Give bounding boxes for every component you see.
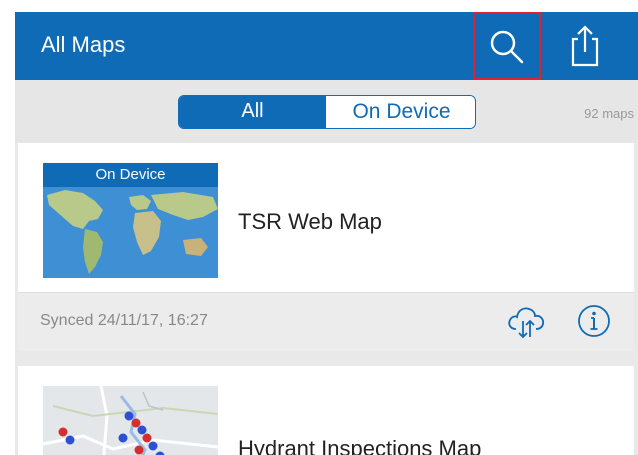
hydrant-map-image — [43, 386, 218, 455]
info-icon — [578, 305, 610, 337]
sync-status: Synced 24/11/17, 16:27 — [40, 312, 208, 329]
app-header: All Maps — [15, 12, 638, 80]
share-icon — [571, 25, 599, 67]
map-card[interactable]: Hydrant Inspections Map — [18, 366, 634, 455]
filter-on-device-tab[interactable]: On Device — [326, 96, 475, 128]
filter-bar: All On Device 92 maps — [15, 80, 638, 143]
search-icon — [490, 30, 524, 64]
on-device-badge: On Device — [43, 163, 218, 187]
share-button[interactable] — [563, 22, 607, 70]
map-card[interactable]: On Device TSR Web Map Synced 24/11/17, 1… — [18, 143, 634, 351]
map-count: 92 maps — [584, 106, 634, 121]
map-thumbnail — [43, 386, 218, 455]
info-button[interactable] — [576, 303, 612, 339]
sync-button[interactable] — [505, 301, 547, 341]
search-button[interactable] — [473, 12, 541, 80]
filter-segmented-control: All On Device — [178, 95, 476, 129]
app-frame: All Maps All On Device 92 maps On Device… — [15, 12, 638, 455]
page-title: All Maps — [41, 32, 126, 57]
map-title: TSR Web Map — [238, 209, 382, 234]
map-title: Hydrant Inspections Map — [238, 436, 482, 455]
map-card-footer: Synced 24/11/17, 16:27 — [18, 292, 634, 351]
map-thumbnail: On Device — [43, 163, 218, 278]
cloud-sync-icon — [508, 307, 545, 339]
filter-all-tab[interactable]: All — [179, 96, 326, 128]
